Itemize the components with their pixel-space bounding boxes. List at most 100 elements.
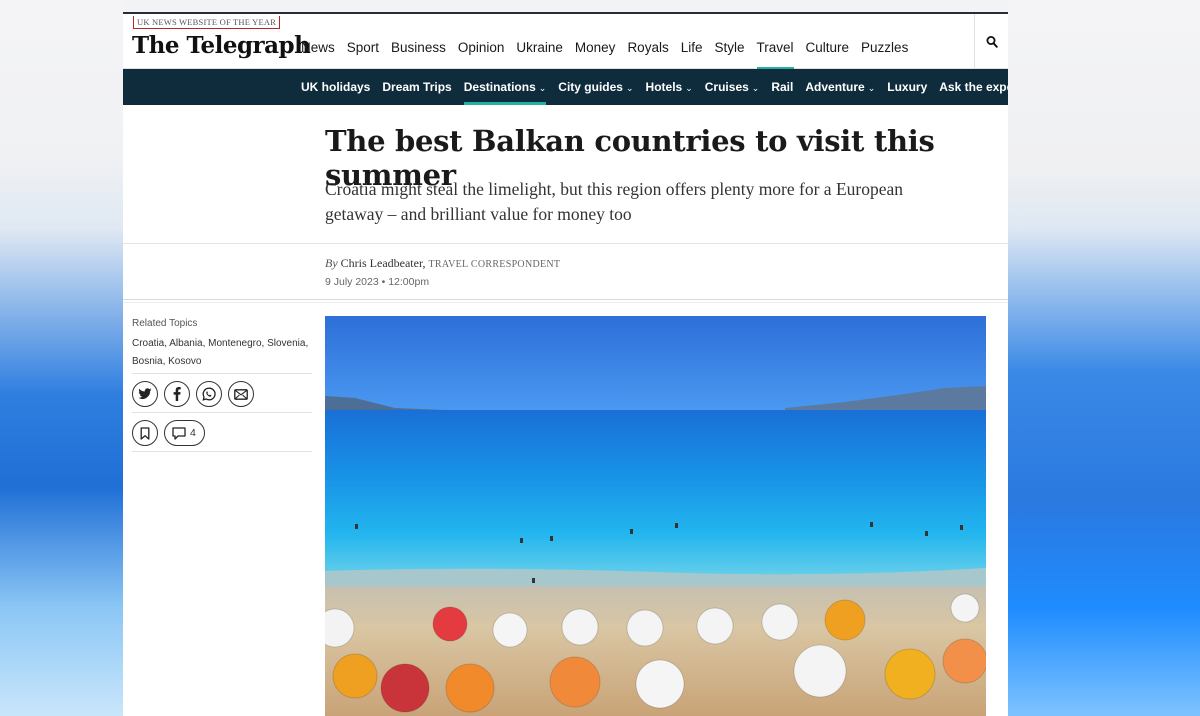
masthead: UK News Website of the Year The Telegrap… [123,14,1008,70]
nav-item-sport[interactable]: Sport [347,40,379,55]
telegraph-logo[interactable]: The Telegraph [132,32,311,59]
chevron-down-icon: ⌄ [538,82,547,93]
divider [123,243,1008,244]
umbrella [549,656,601,708]
umbrella [332,653,378,699]
comment-icon [172,426,186,440]
chevron-down-icon: ⌄ [685,82,693,93]
bookmark-button[interactable] [132,420,158,446]
chevron-down-icon: ⌄ [867,82,876,93]
facebook-icon [173,387,181,401]
subnav-label: UK holidays [301,80,371,94]
umbrella [445,663,495,713]
share-twitter-button[interactable] [132,381,158,407]
article-actions: 4 [132,420,205,446]
subnav-item-dream-trips[interactable]: Dream Trips [382,80,451,94]
divider [132,451,312,452]
subnav-label: Ask the experts [939,80,1008,94]
nav-item-style[interactable]: Style [714,40,744,55]
chevron-down-icon: ⌄ [625,82,634,93]
subnav-label: Adventure [805,80,865,94]
nav-item-money[interactable]: Money [575,40,616,55]
nav-item-life[interactable]: Life [681,40,703,55]
subnav-item-hotels[interactable]: Hotels ⌄ [646,80,693,94]
author-name[interactable]: Chris Leadbeater, [341,256,426,270]
background-right [1008,0,1200,716]
share-whatsapp-button[interactable] [196,381,222,407]
umbrella [492,612,528,648]
nav-item-ukraine[interactable]: Ukraine [516,40,563,55]
search-icon [986,35,998,48]
nav-item-travel[interactable]: Travel [756,40,794,70]
umbrella [884,648,936,700]
subnav-label: City guides [558,80,623,94]
subnav-item-cruises[interactable]: Cruises ⌄ [705,80,760,94]
publish-date: 9 July 2023 • 12:00pm [325,276,430,288]
nav-item-news[interactable]: News [301,40,335,55]
nav-item-culture[interactable]: Culture [806,40,850,55]
whatsapp-icon [202,387,216,401]
related-topics-label: Related Topics [132,318,198,329]
umbrella [696,607,734,645]
subnav-item-adventure[interactable]: Adventure ⌄ [805,80,875,94]
umbrella [950,593,980,623]
subnav-item-city-guides[interactable]: City guides ⌄ [558,80,633,94]
author-role: TRAVEL CORRESPONDENT [428,259,561,270]
divider [132,412,312,413]
swimmer [870,522,873,527]
umbrella [380,663,430,713]
secondary-nav: UK holidays Dream Trips Destinations ⌄ City … [123,69,1008,105]
comment-count: 4 [190,427,196,439]
subnav-item-rail[interactable]: Rail [771,80,793,94]
email-icon [234,388,248,400]
beach-umbrellas [325,522,986,713]
share-facebook-button[interactable] [164,381,190,407]
subnav-item-uk-holidays[interactable]: UK holidays [301,80,370,94]
share-email-button[interactable] [228,381,254,407]
search-button[interactable] [974,14,1008,69]
swimmer [675,523,678,528]
nav-item-puzzles[interactable]: Puzzles [861,40,908,55]
subnav-label: Cruises [704,80,749,94]
comments-button[interactable]: 4 [164,420,205,446]
swimmer [355,524,358,529]
subnav-label: Dream Trips [382,80,452,94]
chevron-down-icon: ⌄ [751,82,760,93]
umbrella [561,608,599,646]
nav-item-royals[interactable]: Royals [627,40,668,55]
article-standfirst: Croatia might steal the limelight, but t… [325,179,904,224]
subnav-item-luxury[interactable]: Luxury [887,80,927,94]
subnav-label: Hotels [645,80,683,94]
byline-prefix: By [325,256,338,270]
related-topics-links[interactable]: Croatia, Albania, Montenegro, Slovenia, … [132,335,312,371]
hero-image [325,316,986,716]
article-page: UK News Website of the Year The Telegrap… [123,12,1008,716]
umbrella [432,606,468,642]
background-left [0,0,123,716]
share-buttons [132,381,254,407]
swimmer [520,538,523,543]
umbrella [626,609,664,647]
swimmer [630,529,633,534]
nav-item-business[interactable]: Business [391,40,446,55]
divider [132,373,312,374]
subnav-label: Destinations [463,80,536,94]
nav-item-opinion[interactable]: Opinion [458,40,505,55]
award-badge: UK News Website of the Year [133,16,281,29]
umbrella [824,599,866,641]
byline: By Chris Leadbeater, TRAVEL CORRESPONDEN… [325,256,560,271]
subnav-label: Luxury [887,80,928,94]
umbrella [942,638,986,684]
umbrella [635,659,685,709]
subnav-label: Rail [771,80,794,94]
subnav-item-ask-the-experts[interactable]: Ask the experts⌄ [939,80,1008,94]
swimmer [960,525,963,530]
subnav-item-destinations[interactable]: Destinations ⌄ [463,80,547,105]
bookmark-icon [140,426,150,440]
swimmer [925,531,928,536]
primary-nav: News Sport Business Opinion Ukraine Money Roya… [301,40,908,70]
divider [123,302,1008,303]
twitter-icon [138,388,152,399]
umbrella [793,644,847,698]
swimmer [550,536,553,541]
